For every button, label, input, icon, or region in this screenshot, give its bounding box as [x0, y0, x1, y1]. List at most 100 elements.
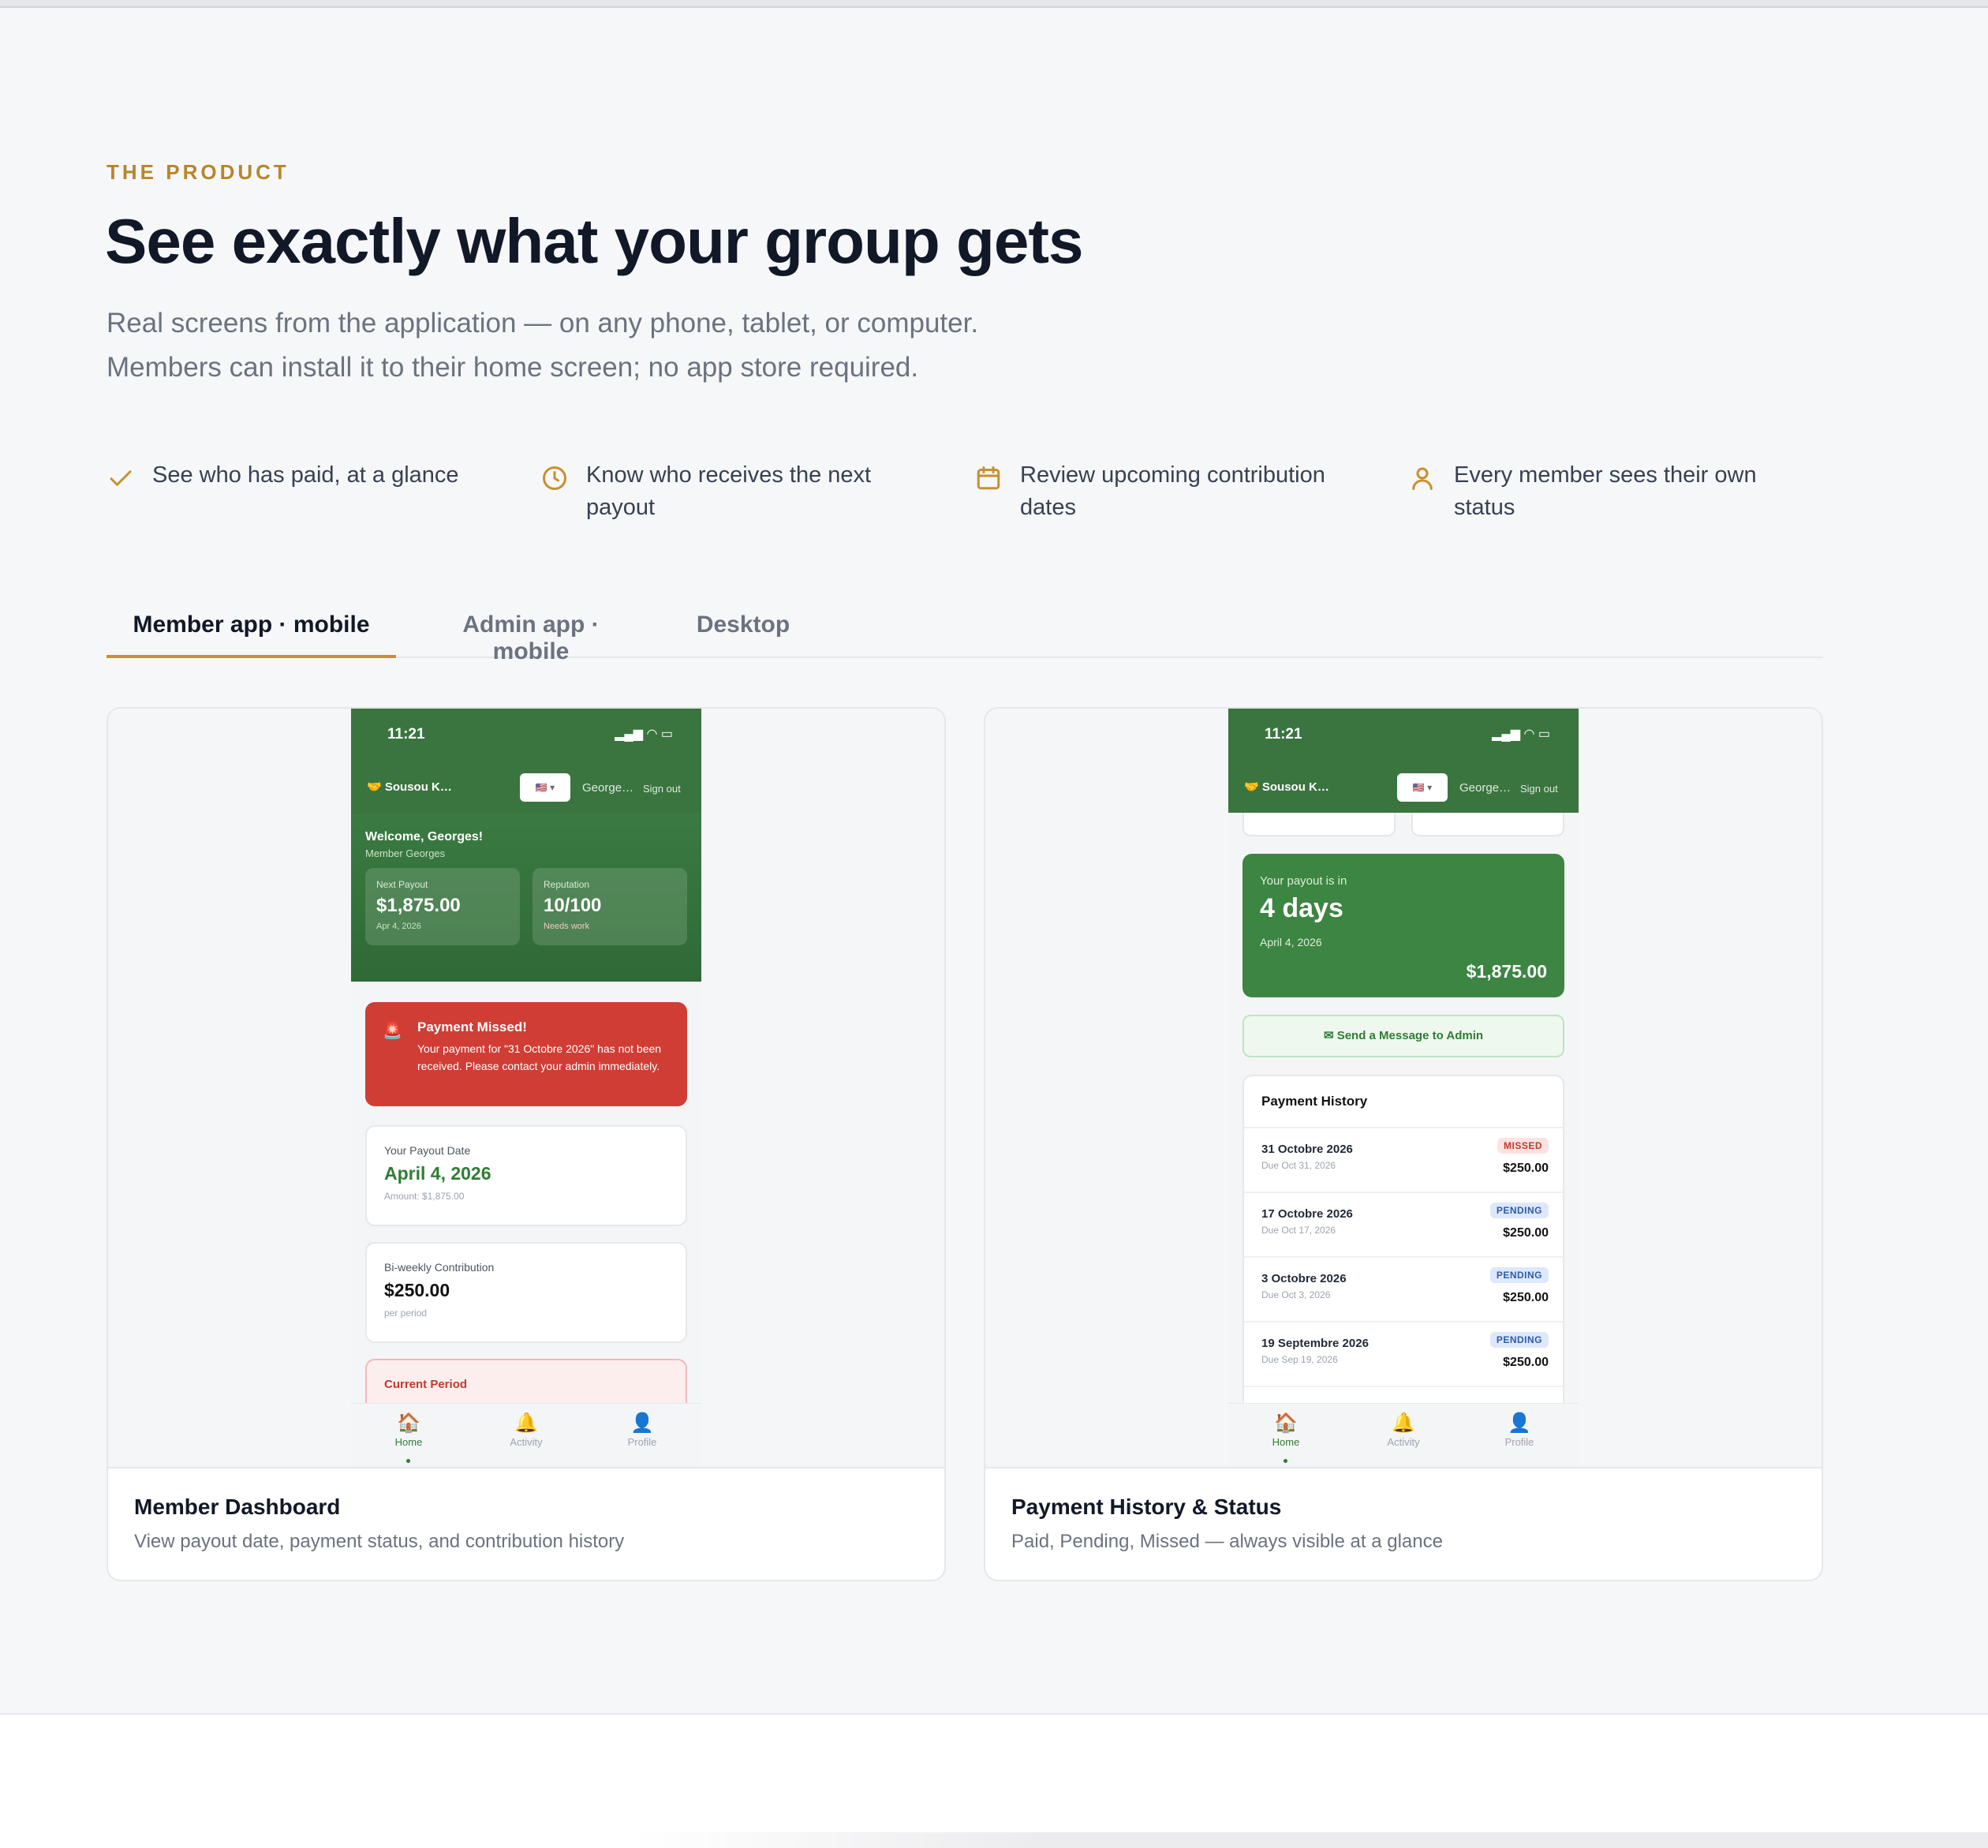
- nav-home[interactable]: 🏠 Home: [365, 1412, 452, 1448]
- status-badge: PENDING: [1489, 1332, 1549, 1348]
- user-name: George…: [1459, 781, 1512, 795]
- period-name: 19 Septembre 2026: [1261, 1337, 1369, 1350]
- nav-activity[interactable]: 🔔 Activity: [483, 1412, 570, 1448]
- nav-label: Home: [1272, 1436, 1300, 1448]
- user-name: George…: [582, 781, 634, 795]
- status-time: 11:21: [387, 726, 425, 743]
- phone-screenshot-dashboard: 11:21 ▂▄▆ ◠ ▭ 🤝 Sousou K… 🇺🇸 ▾ George… S…: [351, 709, 701, 1467]
- nav-home[interactable]: 🏠 Home: [1242, 1412, 1329, 1448]
- card-value: April 4, 2026: [384, 1163, 491, 1184]
- nav-label: Activity: [1387, 1436, 1420, 1448]
- stat-value: $1,875.00: [376, 895, 461, 916]
- signal-wifi-battery-icon: ▂▄▆ ◠ ▭: [1492, 728, 1550, 741]
- feature-item-status: Every member sees their own status: [1408, 459, 1779, 524]
- payment-missed-alert: 🚨 Payment Missed! Your payment for "31 O…: [365, 1002, 687, 1106]
- stat-note: Needs work: [544, 922, 590, 931]
- welcome-hero: Welcome, Georges! Member Georges Next Pa…: [351, 813, 701, 982]
- history-row: 17 Octobre 2026 Due Oct 17, 2026 PENDING…: [1244, 1193, 1563, 1258]
- language-flag-button[interactable]: 🇺🇸 ▾: [1397, 773, 1448, 802]
- stat-note: Apr 4, 2026: [376, 922, 421, 931]
- feature-list: See who has paid, at a glance Know who r…: [106, 459, 1842, 530]
- calendar-icon: [977, 466, 1000, 490]
- period-amount: $250.00: [1503, 1291, 1549, 1304]
- house-icon: 🏠: [397, 1412, 420, 1434]
- section-eyebrow: THE PRODUCT: [106, 160, 290, 184]
- tab-admin-app-mobile[interactable]: Admin app · mobile: [422, 608, 640, 664]
- screenshot-frame: 11:21 ▂▄▆ ◠ ▭ 🤝 Sousou K… 🇺🇸 ▾ George… S…: [108, 709, 944, 1468]
- bell-icon: 🔔: [1392, 1412, 1415, 1434]
- feature-item-paid: See who has paid, at a glance: [106, 459, 477, 492]
- card-member-dashboard: 11:21 ▂▄▆ ◠ ▭ 🤝 Sousou K… 🇺🇸 ▾ George… S…: [106, 707, 946, 1581]
- section-subtitle: Real screens from the application — on a…: [106, 301, 1132, 390]
- period-amount: $250.00: [1503, 1162, 1549, 1175]
- handshake-icon: 🤝: [367, 780, 382, 794]
- stat-value: 10/100: [544, 895, 602, 916]
- active-nav-indicator: [1284, 1459, 1287, 1463]
- welcome-subtext: Member Georges: [365, 847, 446, 859]
- send-message-button[interactable]: ✉ Send a Message to Admin: [1242, 1015, 1564, 1057]
- app-brand: 🤝 Sousou K…: [1244, 780, 1329, 794]
- card-note: per period: [384, 1307, 428, 1319]
- next-section: [0, 1715, 1988, 1848]
- bottom-nav: 🏠 Home 🔔 Activity 👤 Profile: [351, 1403, 701, 1467]
- payment-history-list: Payment History 31 Octobre 2026 Due Oct …: [1242, 1075, 1564, 1438]
- contribution-card: Bi-weekly Contribution $250.00 per perio…: [365, 1242, 687, 1343]
- feature-text: See who has paid, at a glance: [152, 462, 459, 488]
- nav-activity[interactable]: 🔔 Activity: [1360, 1412, 1447, 1448]
- tab-member-app-mobile[interactable]: Member app · mobile: [106, 608, 396, 658]
- period-due: Due Oct 17, 2026: [1261, 1225, 1336, 1236]
- app-header: 🤝 Sousou K… 🇺🇸 ▾ George… Sign out: [351, 762, 701, 813]
- period-amount: $250.00: [1503, 1356, 1549, 1369]
- feature-item-payout: Know who receives the next payout: [540, 459, 911, 524]
- tab-desktop[interactable]: Desktop: [694, 608, 792, 658]
- active-nav-indicator: [406, 1459, 410, 1463]
- sign-out-link[interactable]: Sign out: [1520, 783, 1558, 795]
- nav-label: Profile: [627, 1436, 657, 1448]
- status-time: 11:21: [1265, 726, 1302, 743]
- handshake-icon: 🤝: [1244, 780, 1259, 794]
- language-flag-button[interactable]: 🇺🇸 ▾: [520, 773, 570, 802]
- nav-profile[interactable]: 👤 Profile: [1476, 1412, 1563, 1448]
- card-title: Member Dashboard: [134, 1494, 341, 1519]
- status-badge: PENDING: [1489, 1267, 1549, 1283]
- browser-top-edge: [0, 0, 1988, 8]
- period-name: 17 Octobre 2026: [1261, 1207, 1353, 1221]
- payout-countdown-card: Your payout is in 4 days April 4, 2026 $…: [1242, 854, 1564, 997]
- brand-name: Sousou K…: [384, 780, 452, 794]
- check-icon: [110, 470, 132, 486]
- screenshot-frame: 11:21 ▂▄▆ ◠ ▭ 🤝 Sousou K… 🇺🇸 ▾ George… S…: [985, 709, 1822, 1468]
- screenshot-tabs: Member app · mobile Admin app · mobile D…: [106, 608, 1823, 664]
- card-note: Amount: $1,875.00: [384, 1191, 465, 1202]
- payout-amount: $1,875.00: [1466, 961, 1547, 982]
- history-title: Payment History: [1261, 1094, 1368, 1109]
- status-bar: 11:21 ▂▄▆ ◠ ▭: [1228, 709, 1579, 762]
- card-value: $250.00: [384, 1280, 450, 1300]
- history-row: 19 Septembre 2026 Due Sep 19, 2026 PENDI…: [1244, 1322, 1563, 1387]
- person-icon: 👤: [1508, 1412, 1531, 1434]
- siren-icon: 🚨: [383, 1023, 402, 1040]
- brand-name: Sousou K…: [1261, 780, 1329, 794]
- status-badge: PENDING: [1489, 1203, 1549, 1218]
- subtitle-line-2: Members can install it to their home scr…: [106, 352, 919, 383]
- section-headline: See exactly what your group gets: [105, 206, 1083, 276]
- feature-text: Every member sees their own status: [1454, 462, 1757, 520]
- card-payment-history: 11:21 ▂▄▆ ◠ ▭ 🤝 Sousou K… 🇺🇸 ▾ George… S…: [984, 707, 1823, 1581]
- stat-label: Next Payout: [376, 879, 428, 890]
- clock-icon: [543, 466, 566, 490]
- sign-out-link[interactable]: Sign out: [643, 783, 681, 795]
- app-brand: 🤝 Sousou K…: [367, 780, 452, 794]
- reputation-stat: Reputation 10/100 Needs work: [532, 868, 687, 945]
- status-bar: 11:21 ▂▄▆ ◠ ▭: [351, 709, 701, 762]
- nav-profile[interactable]: 👤 Profile: [599, 1412, 686, 1448]
- summary-chips: [1228, 805, 1579, 838]
- card-description: Paid, Pending, Missed — always visible a…: [1011, 1531, 1443, 1552]
- card-label: Bi-weekly Contribution: [384, 1261, 495, 1274]
- period-amount: $250.00: [1503, 1226, 1549, 1240]
- period-due: Due Sep 19, 2026: [1261, 1354, 1338, 1365]
- stat-label: Reputation: [544, 879, 590, 890]
- page-bottom-shadow: [631, 1832, 1988, 1848]
- user-icon: [1412, 467, 1433, 490]
- bottom-nav: 🏠 Home 🔔 Activity 👤 Profile: [1228, 1403, 1579, 1467]
- payout-date: April 4, 2026: [1260, 936, 1322, 948]
- welcome-text: Welcome, Georges!: [365, 830, 484, 844]
